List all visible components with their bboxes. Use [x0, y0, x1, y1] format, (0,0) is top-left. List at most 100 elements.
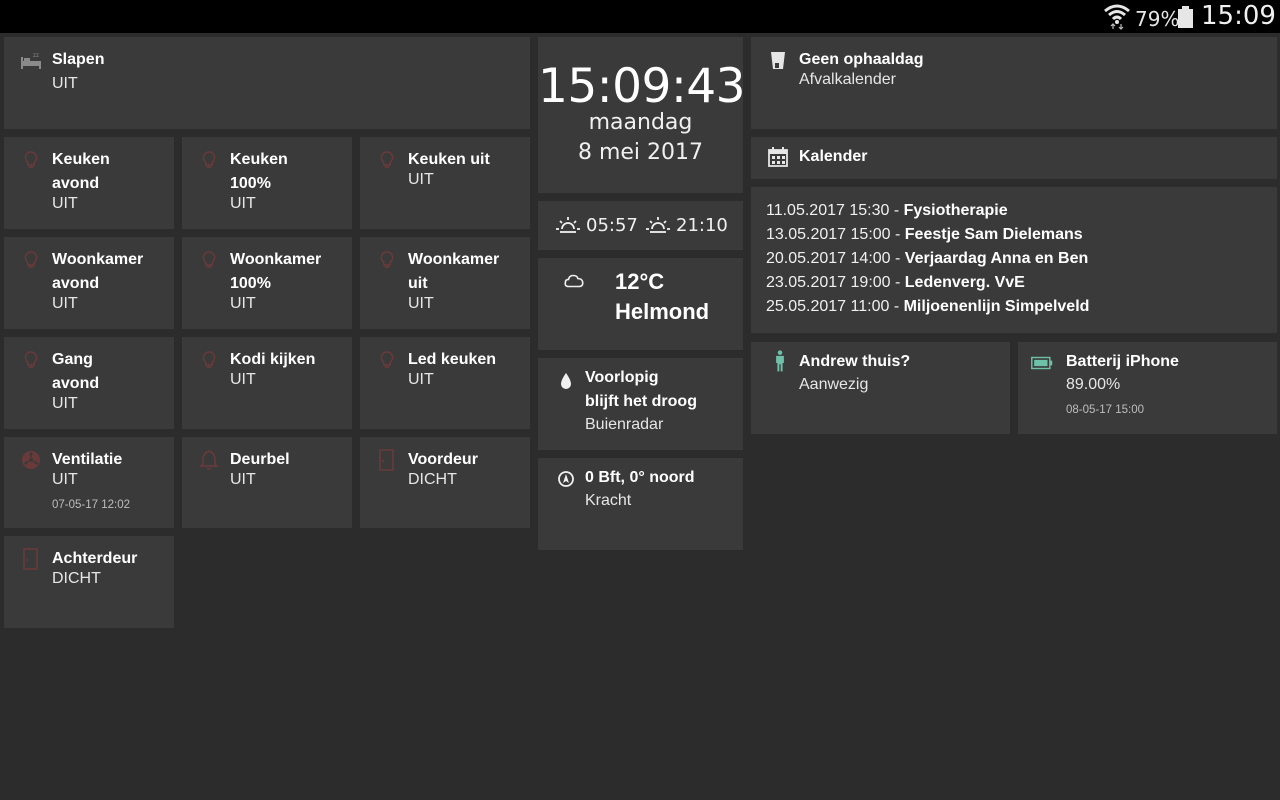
title-line-1: Woonkamer [52, 251, 144, 268]
tile-achterdeur[interactable]: Achterdeur DICHT [4, 536, 174, 628]
tile-keuken-avond[interactable]: Keuken avond UIT [4, 137, 174, 229]
person-icon [769, 350, 791, 384]
waste-tile[interactable]: Geen ophaaldag Afvalkalender [751, 37, 1277, 129]
tile-state: UIT [230, 195, 256, 212]
title-line-2: avond [52, 275, 100, 292]
calendar-event[interactable]: 20.05.2017 14:00 - Verjaardag Anna en Be… [766, 247, 1088, 271]
tile-state: UIT [408, 295, 434, 312]
tile-timestamp: 08-05-17 15:00 [1066, 404, 1145, 416]
bell-icon [198, 449, 220, 471]
tile-timestamp: 07-05-17 12:02 [52, 499, 131, 511]
tile-state: DICHT [52, 570, 101, 587]
presence-tile[interactable]: Andrew thuis? Aanwezig [751, 342, 1010, 434]
clock-day: maandag [588, 110, 693, 135]
bulb-icon [20, 349, 42, 371]
battery-icon [1178, 6, 1193, 28]
event-name: Miljoenenlijn Simpelveld [903, 298, 1090, 315]
sunset-item: 21:10 [646, 215, 728, 236]
weather-tile: 12°C Helmond [538, 258, 743, 350]
tile-woonkamer-uit[interactable]: Woonkamer uit UIT [360, 237, 530, 329]
title-line-1: Voorlopig [585, 369, 659, 386]
raindrop-icon [555, 370, 577, 392]
bulb-icon [198, 349, 220, 371]
tile-subtitle: Afvalkalender [799, 71, 896, 88]
tile-slapen[interactable]: zz Slapen UIT [4, 37, 530, 129]
tile-title: Woonkamer 100% [230, 248, 346, 296]
tile-kodi-kijken[interactable]: Kodi kijken UIT [182, 337, 352, 429]
calendar-event[interactable]: 23.05.2017 19:00 - Ledenverg. VvE [766, 271, 1025, 295]
event-datetime: 13.05.2017 15:00 [766, 226, 891, 243]
tile-title: Gang avond [52, 348, 168, 396]
battery-full-icon [1031, 352, 1059, 370]
cloud-icon [563, 270, 591, 292]
tile-keuken-uit[interactable]: Keuken uit UIT [360, 137, 530, 229]
title-line-1: Gang [52, 351, 93, 368]
bulb-icon [20, 249, 42, 271]
event-name: Verjaardag Anna en Ben [904, 250, 1089, 267]
calendar-events-tile: 11.05.2017 15:30 - Fysiotherapie 13.05.2… [751, 187, 1277, 333]
tile-state: UIT [408, 371, 434, 388]
status-bar: 79% 15:09 [0, 0, 1280, 33]
calendar-header-tile[interactable]: Kalender [751, 137, 1277, 179]
tile-title: Woonkamer uit [408, 248, 524, 296]
weather-temperature: 12°C [615, 269, 665, 294]
sunrise-icon [556, 217, 580, 233]
tile-keuken-100[interactable]: Keuken 100% UIT [182, 137, 352, 229]
door-icon [20, 548, 42, 570]
tile-woonkamer-100[interactable]: Woonkamer 100% UIT [182, 237, 352, 329]
title-line-1: Woonkamer [408, 251, 500, 268]
title-line-1: Keuken [230, 151, 288, 168]
tile-title: Batterij iPhone [1066, 353, 1179, 370]
battery-value: 89.00% [1066, 376, 1121, 393]
tile-state: UIT [52, 471, 78, 488]
bulb-icon [376, 349, 398, 371]
event-name: Fysiotherapie [903, 202, 1008, 219]
bulb-icon [198, 149, 220, 171]
title-line-2: 100% [230, 175, 271, 192]
tile-gang-avond[interactable]: Gang avond UIT [4, 337, 174, 429]
tile-led-keuken[interactable]: Led keuken UIT [360, 337, 530, 429]
rain-tile[interactable]: Voorlopig blijft het droog Buienradar [538, 358, 743, 450]
fan-icon [20, 449, 42, 471]
clock-time: 15:09:43 [538, 59, 746, 114]
tile-subtitle: Buienradar [585, 416, 664, 433]
tile-state: UIT [230, 295, 256, 312]
bulb-icon [20, 149, 42, 171]
tile-state: UIT [52, 395, 78, 412]
door-icon [376, 449, 398, 471]
tile-title: Andrew thuis? [799, 353, 911, 370]
tile-title: Slapen [52, 51, 105, 68]
calendar-event[interactable]: 11.05.2017 15:30 - Fysiotherapie [766, 199, 1008, 223]
tile-deurbel[interactable]: Deurbel UIT [182, 437, 352, 528]
tile-ventilatie[interactable]: Ventilatie UIT 07-05-17 12:02 [4, 437, 174, 528]
tile-woonkamer-avond[interactable]: Woonkamer avond UIT [4, 237, 174, 329]
wind-tile[interactable]: 0 Bft, 0° noord Kracht [538, 458, 743, 550]
event-datetime: 20.05.2017 14:00 [766, 250, 891, 267]
tile-state: DICHT [408, 471, 457, 488]
calendar-event[interactable]: 25.05.2017 11:00 - Miljoenenlijn Simpelv… [766, 295, 1089, 319]
clock-tile: 15:09:43 maandag 8 mei 2017 [538, 37, 746, 193]
status-time: 15:09 [1201, 1, 1276, 31]
tile-state: UIT [52, 295, 78, 312]
tile-state: UIT [230, 471, 256, 488]
tile-title: 0 Bft, 0° noord [585, 469, 695, 486]
event-datetime: 23.05.2017 19:00 [766, 274, 891, 291]
sunset-time: 21:10 [676, 215, 728, 236]
bed-icon: zz [20, 49, 42, 71]
tile-voordeur[interactable]: Voordeur DICHT [360, 437, 530, 528]
weather-city: Helmond [615, 299, 710, 324]
title-line-2: 100% [230, 275, 271, 292]
sunset-icon [646, 217, 670, 233]
tile-state: UIT [52, 75, 78, 92]
battery-iphone-tile[interactable]: Batterij iPhone 89.00% 08-05-17 15:00 [1018, 342, 1277, 434]
bulb-icon [376, 249, 398, 271]
tile-title: Keuken 100% [230, 148, 346, 196]
event-name: Ledenverg. VvE [904, 274, 1025, 291]
svg-text:zz: zz [33, 53, 39, 59]
tile-title: Kalender [799, 148, 868, 165]
calendar-event[interactable]: 13.05.2017 15:00 - Feestje Sam Dielemans [766, 223, 1083, 247]
tile-subtitle: Kracht [585, 492, 632, 509]
calendar-icon [767, 146, 789, 168]
title-line-2: blijft het droog [585, 393, 697, 410]
tile-state: UIT [230, 371, 256, 388]
